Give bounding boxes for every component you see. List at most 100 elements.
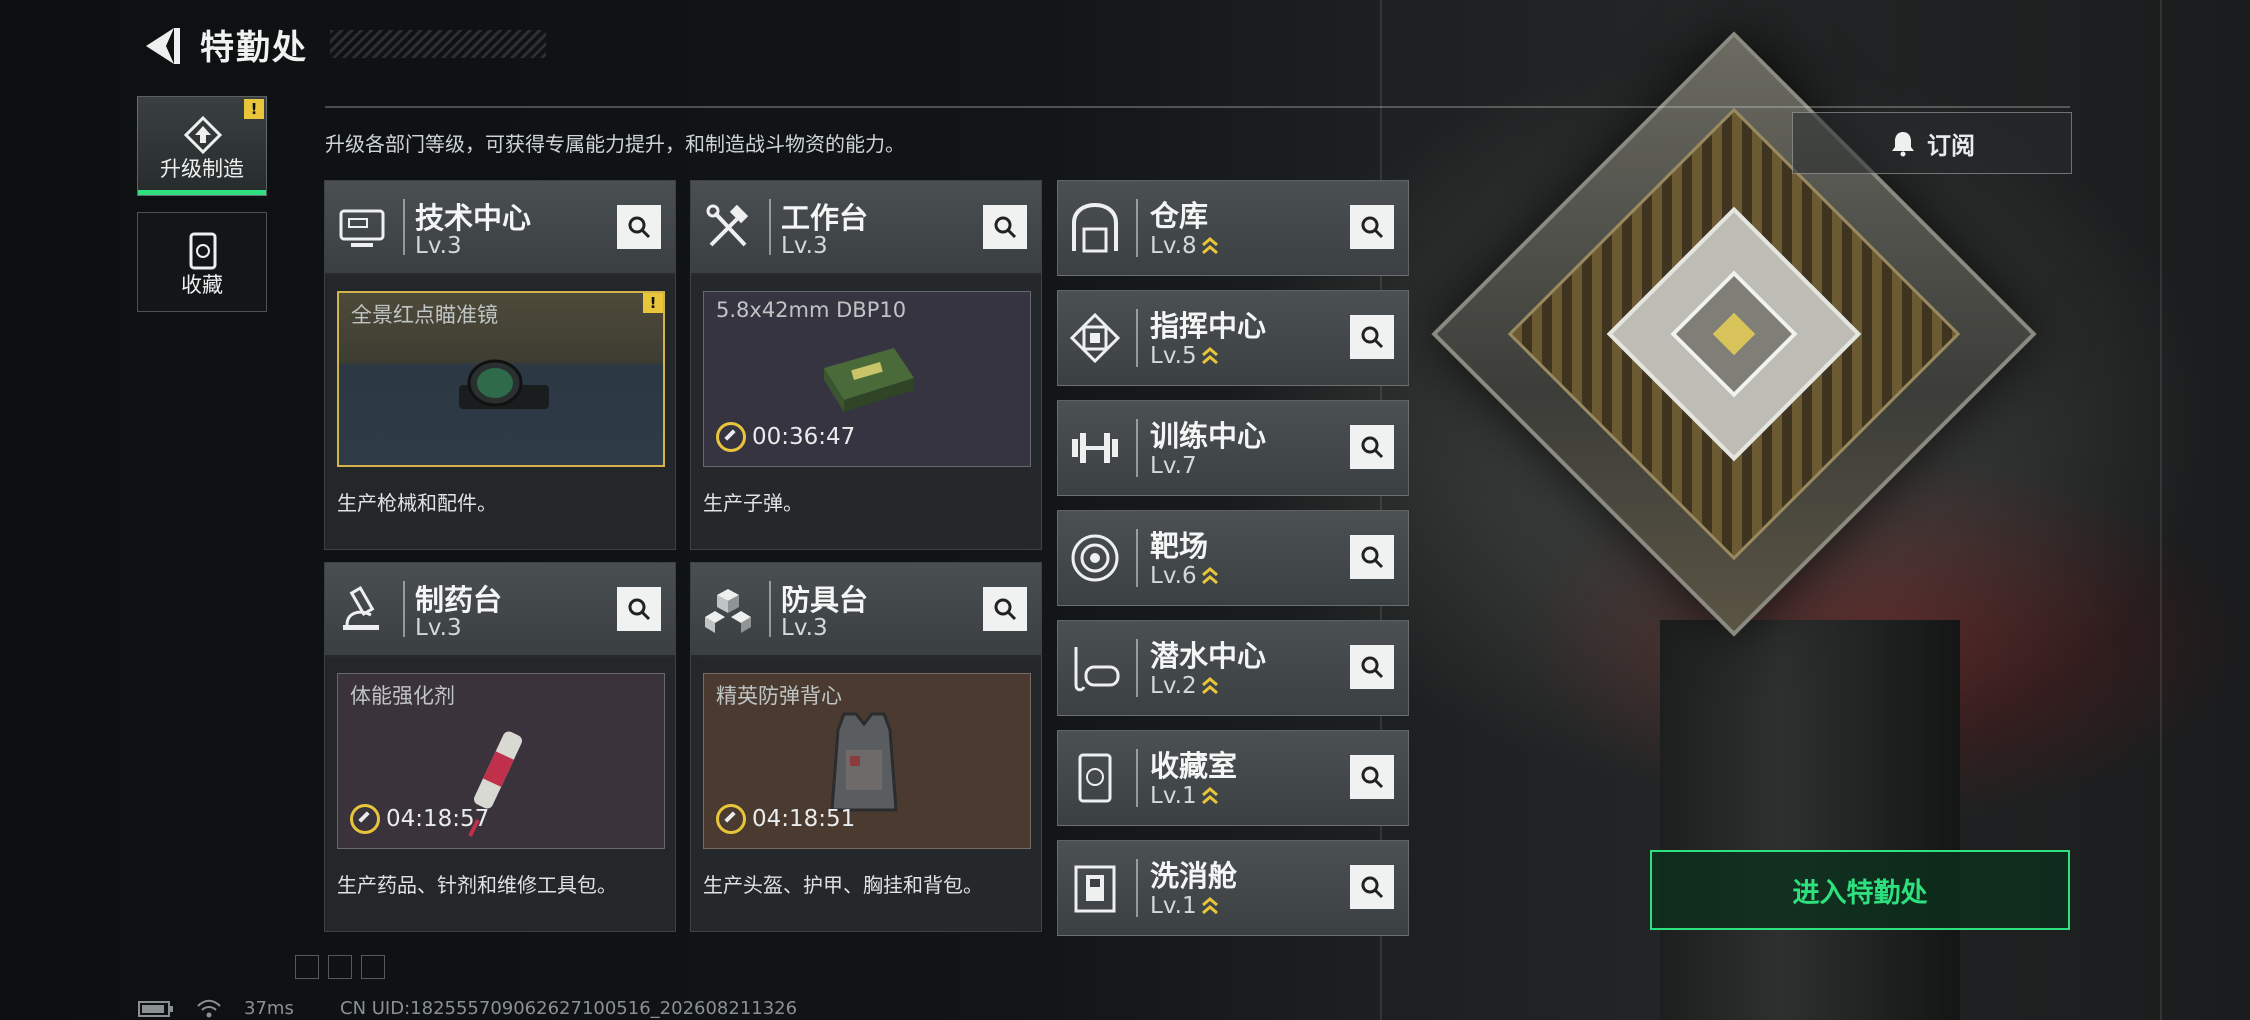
wifi-icon xyxy=(197,999,221,1017)
search-icon xyxy=(1361,216,1384,239)
upgrade-chevron-icon xyxy=(1201,677,1218,695)
inspect-button[interactable] xyxy=(617,587,661,631)
upgrade-chevron-icon xyxy=(1201,347,1218,365)
title-decoration xyxy=(330,30,546,58)
search-icon xyxy=(994,216,1017,239)
upgrade-chevron-icon xyxy=(1201,897,1218,915)
inspect-button[interactable] xyxy=(617,205,661,249)
card-description: 生产药品、针剂和维修工具包。 xyxy=(337,873,617,897)
tab-label: 升级制造 xyxy=(160,157,244,181)
department-name: 收藏室 xyxy=(1150,749,1238,783)
inspect-button[interactable] xyxy=(983,587,1027,631)
tab-upgrade-craft[interactable]: 升级制造 ! xyxy=(137,96,267,196)
dumbbell-icon xyxy=(1072,433,1118,463)
card-description: 生产头盔、护甲、胸挂和背包。 xyxy=(703,873,983,897)
inspect-button[interactable] xyxy=(1350,865,1394,909)
department-name: 仓库 xyxy=(1150,199,1209,233)
card-header: 工作台 Lv.3 xyxy=(691,181,1041,275)
department-level: Lv.5 xyxy=(1150,343,1219,369)
search-icon xyxy=(1361,436,1384,459)
alert-badge: ! xyxy=(643,293,663,313)
card-name: 防具台 xyxy=(781,583,869,617)
ammo-box-image xyxy=(824,348,914,412)
timer-value: 00:36:47 xyxy=(752,424,856,450)
card-workbench[interactable]: 工作台 Lv.3 5.8x42mm DBP10 00:36:47 生产子弹。 xyxy=(690,180,1042,550)
command-chip-icon xyxy=(1069,312,1121,364)
inspect-button[interactable] xyxy=(1350,535,1394,579)
department-level: Lv.7 xyxy=(1150,453,1197,479)
production-timer: 04:18:51 xyxy=(716,804,855,834)
product-slot[interactable]: 全景红点瞄准镜 ! xyxy=(337,291,665,467)
timer-icon xyxy=(716,804,746,834)
cube-pillar xyxy=(1660,620,1960,1020)
product-name: 全景红点瞄准镜 xyxy=(351,303,498,327)
battery-icon xyxy=(138,1000,173,1017)
department-training-center[interactable]: 训练中心 Lv.7 xyxy=(1057,400,1409,496)
department-decon-chamber[interactable]: 洗消舱 Lv.1 xyxy=(1057,840,1409,936)
inspect-button[interactable] xyxy=(1350,755,1394,799)
tab-collection[interactable]: 收藏 xyxy=(137,212,267,312)
card-pharmacy[interactable]: 制药台 Lv.3 体能强化剂 04:18:57 生产药品、针剂和维修工具包。 xyxy=(324,562,676,932)
alert-badge: ! xyxy=(244,99,264,119)
timer-icon xyxy=(350,804,380,834)
microscope-icon xyxy=(343,586,379,630)
department-level: Lv.8 xyxy=(1150,233,1219,259)
inspect-button[interactable] xyxy=(1350,315,1394,359)
timer-value: 04:18:51 xyxy=(752,806,856,832)
bg-line xyxy=(2160,0,2162,1020)
search-icon xyxy=(1361,656,1384,679)
card-level: Lv.3 xyxy=(415,233,462,259)
inspect-button[interactable] xyxy=(1350,645,1394,689)
upgrade-chevron-icon xyxy=(1201,787,1218,805)
upgrade-chevron-icon xyxy=(1201,567,1218,585)
hammer-wrench-icon xyxy=(706,204,749,247)
inspect-button[interactable] xyxy=(983,205,1027,249)
subscribe-button[interactable]: 订阅 xyxy=(1792,112,2072,174)
department-collection-room[interactable]: 收藏室 Lv.1 xyxy=(1057,730,1409,826)
production-timer: 00:36:47 xyxy=(716,422,855,452)
department-command-center[interactable]: 指挥中心 Lv.5 xyxy=(1057,290,1409,386)
decon-chamber-icon xyxy=(1074,865,1116,913)
back-button[interactable] xyxy=(140,24,184,68)
card-header: 防具台 Lv.3 xyxy=(691,563,1041,657)
department-diving-center[interactable]: 潜水中心 Lv.2 xyxy=(1057,620,1409,716)
department-shooting-range[interactable]: 靶场 Lv.6 xyxy=(1057,510,1409,606)
department-name: 靶场 xyxy=(1150,529,1209,563)
department-name: 指挥中心 xyxy=(1150,309,1267,343)
search-icon xyxy=(1361,546,1384,569)
department-warehouse[interactable]: 仓库 Lv.8 xyxy=(1057,180,1409,276)
inspect-button[interactable] xyxy=(1350,425,1394,469)
diving-mask-icon xyxy=(1074,647,1120,692)
card-level: Lv.3 xyxy=(415,615,462,641)
status-bar: 37ms xyxy=(138,998,294,1019)
product-slot[interactable]: 5.8x42mm DBP10 00:36:47 xyxy=(703,291,1031,467)
card-level: Lv.3 xyxy=(781,615,828,641)
product-slot[interactable]: 体能强化剂 04:18:57 xyxy=(337,673,665,849)
department-level: Lv.1 xyxy=(1150,893,1219,919)
decoration xyxy=(361,955,385,979)
product-slot[interactable]: 精英防弹背心 04:18:51 xyxy=(703,673,1031,849)
decoration xyxy=(295,955,319,979)
card-header: 制药台 Lv.3 xyxy=(325,563,675,657)
card-armor-bench[interactable]: 防具台 Lv.3 精英防弹背心 04:18:51 生产头盔、护甲、胸挂和背包。 xyxy=(690,562,1042,932)
collection-case-icon xyxy=(189,232,217,270)
department-name: 洗消舱 xyxy=(1150,859,1238,893)
search-icon xyxy=(628,598,651,621)
card-name: 工作台 xyxy=(781,201,869,235)
active-indicator xyxy=(138,190,266,195)
card-tech-center[interactable]: 技术中心 Lv.3 全景红点瞄准镜 ! 生产枪械和配件。 xyxy=(324,180,676,550)
target-icon xyxy=(1071,534,1119,582)
inspect-button[interactable] xyxy=(1350,205,1394,249)
upgrade-icon xyxy=(183,115,223,155)
search-icon xyxy=(628,216,651,239)
search-icon xyxy=(994,598,1017,621)
card-description: 生产枪械和配件。 xyxy=(337,491,497,515)
enter-facility-button[interactable]: 进入特勤处 xyxy=(1650,850,2070,930)
search-icon xyxy=(1361,766,1384,789)
bell-icon xyxy=(1892,132,1914,157)
decoration xyxy=(328,955,352,979)
red-dot-sight-image xyxy=(459,359,549,409)
divider xyxy=(325,106,2070,108)
product-name: 5.8x42mm DBP10 xyxy=(716,298,907,322)
department-name: 训练中心 xyxy=(1150,419,1267,453)
